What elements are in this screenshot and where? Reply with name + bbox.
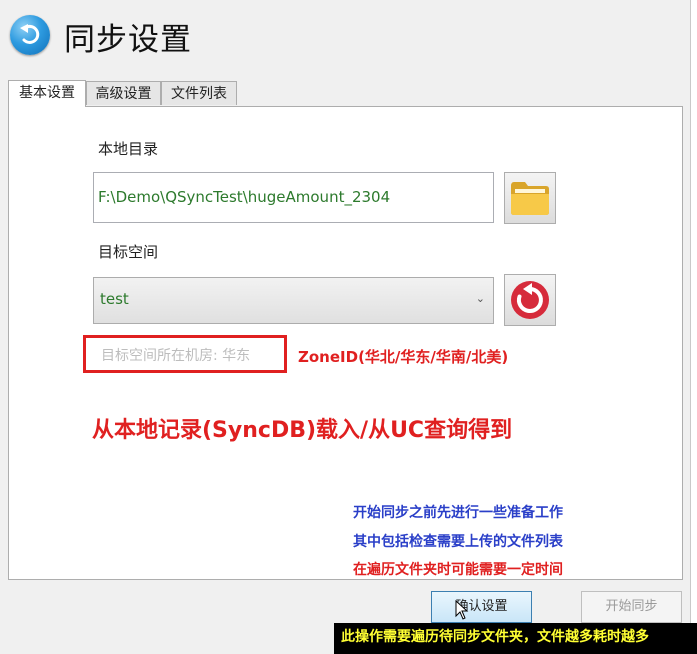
folder-icon [511,182,549,215]
prep-note-3: 在遍历文件夹时可能需要一定时间 [353,562,563,578]
tab-advanced-settings[interactable]: 高级设置 [86,81,161,105]
refresh-button[interactable] [504,274,556,326]
target-space-select[interactable]: test ⌄ [93,277,494,324]
zone-info-box: 目标空间所在机房: 华东 [83,335,287,373]
tab-file-list[interactable]: 文件列表 [161,81,237,105]
zone-info-text: 目标空间所在机房: 华东 [101,348,251,364]
chevron-down-icon: ⌄ [475,292,485,305]
tab-basic-settings[interactable]: 基本设置 [8,80,86,107]
zone-id-annotation: ZoneID(华北/华东/华南/北美) [298,348,509,366]
start-sync-button[interactable]: 开始同步 [581,591,682,623]
prep-note-2: 其中包括检查需要上传的文件列表 [353,534,563,550]
local-dir-input[interactable]: F:\Demo\QSyncTest\hugeAmount_2304 [93,172,494,223]
target-space-value: test [100,290,129,308]
refresh-icon [511,281,549,319]
back-button[interactable] [10,15,50,55]
prep-note-1: 开始同步之前先进行一些准备工作 [353,505,563,521]
window-edge [690,0,697,654]
back-arrow-icon [20,24,40,44]
mouse-cursor-icon [455,600,469,620]
confirm-settings-button[interactable]: 确认设置 [431,591,532,623]
tooltip: 此操作需要遍历待同步文件夹，文件越多耗时越多 [334,623,697,654]
local-dir-label: 本地目录 [98,140,159,158]
target-space-label: 目标空间 [98,243,159,261]
source-annotation: 从本地记录(SyncDB)载入/从UC查询得到 [92,418,513,443]
browse-folder-button[interactable] [504,172,556,224]
page-title: 同步设置 [64,22,192,58]
